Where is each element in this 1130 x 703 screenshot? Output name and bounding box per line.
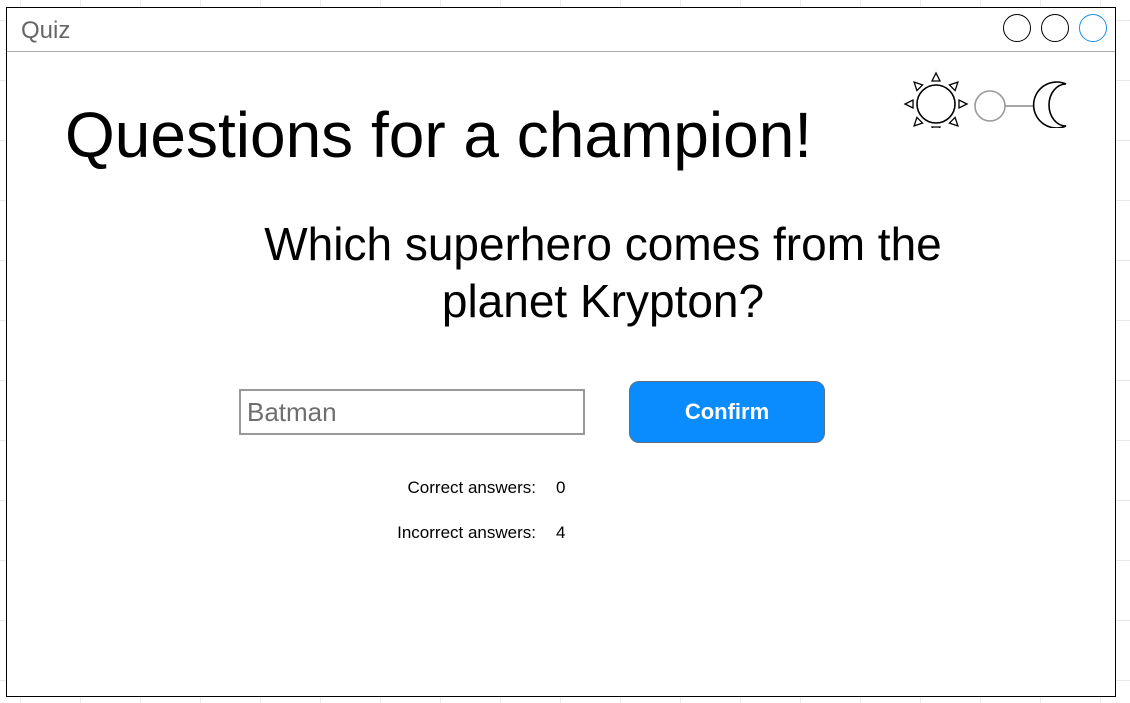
answer-input[interactable] xyxy=(239,389,585,435)
confirm-button[interactable]: Confirm xyxy=(629,381,825,443)
window-button-3[interactable] xyxy=(1079,14,1107,42)
correct-answers-label: Correct answers: xyxy=(407,478,536,497)
moon-icon xyxy=(1032,81,1067,129)
window-title: Quiz xyxy=(21,17,71,44)
incorrect-answers-label: Incorrect answers: xyxy=(397,523,536,542)
page-title: Questions for a champion! xyxy=(65,99,813,171)
sun-icon xyxy=(903,71,969,137)
toggle-knob[interactable] xyxy=(974,90,1006,122)
theme-toggle[interactable] xyxy=(898,64,1084,137)
window-button-2[interactable] xyxy=(1041,14,1069,42)
incorrect-answers-value: 4 xyxy=(556,523,566,542)
question-text: Which superhero comes from the planet Kr… xyxy=(264,218,942,327)
title-bar: Quiz xyxy=(7,8,1115,52)
correct-answers-value: 0 xyxy=(556,478,566,497)
window-button-1[interactable] xyxy=(1003,14,1031,42)
